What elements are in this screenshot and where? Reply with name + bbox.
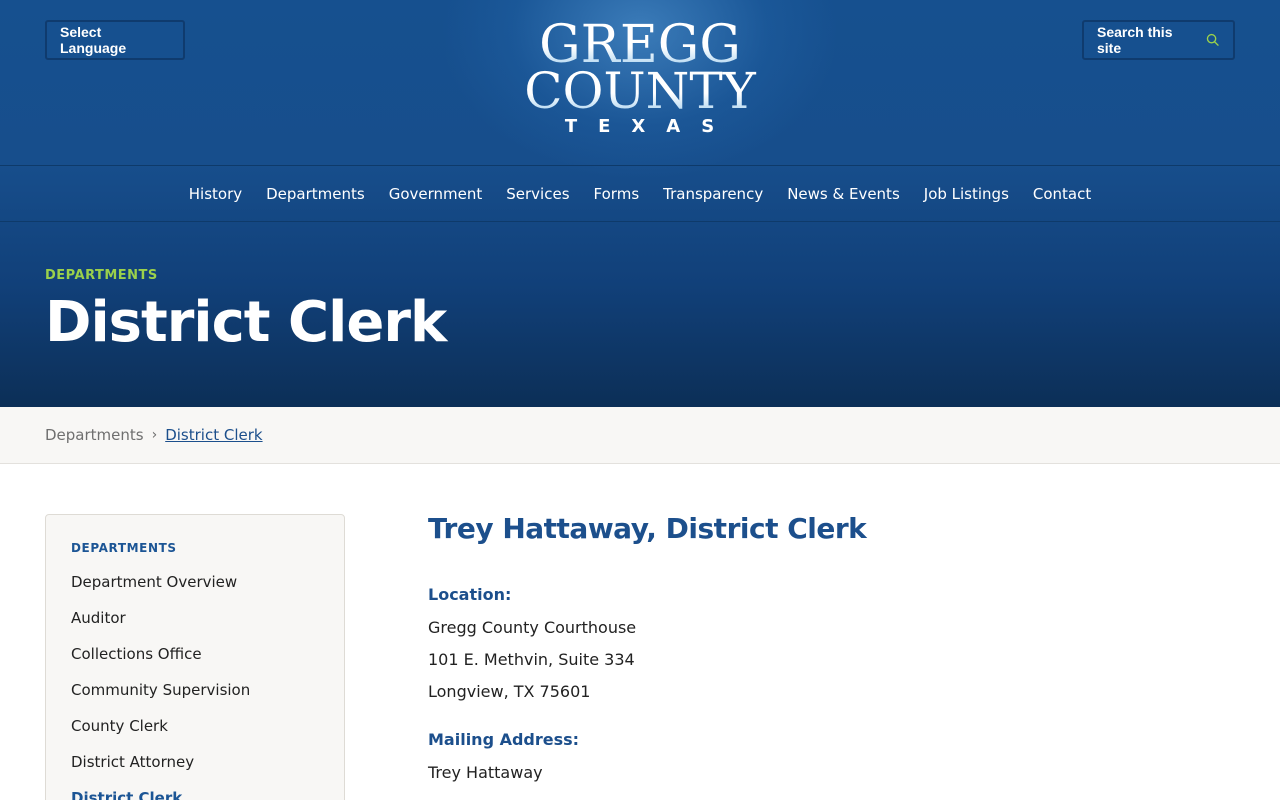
location-label: Location:	[428, 585, 512, 604]
breadcrumb-current[interactable]: District Clerk	[165, 426, 262, 444]
location-block: Location: Gregg County Courthouse 101 E.…	[428, 585, 1228, 708]
nav-forms[interactable]: Forms	[582, 185, 652, 203]
section-eyebrow: DEPARTMENTS	[45, 268, 158, 283]
mailing-line: Trey Hattaway	[428, 763, 543, 782]
nav-government[interactable]: Government	[377, 185, 495, 203]
location-line: Longview, TX 75601	[428, 682, 591, 701]
mailing-block: Mailing Address: Trey Hattaway	[428, 730, 1228, 789]
main-content: Trey Hattaway, District Clerk Location: …	[428, 512, 1228, 800]
content-heading: Trey Hattaway, District Clerk	[428, 512, 867, 545]
select-language-label: Select Language	[60, 24, 127, 56]
site-header: Select Language GREGG COUNTY TEXAS Searc…	[0, 0, 1280, 407]
nav-services[interactable]: Services	[494, 185, 581, 203]
search-icon	[1207, 33, 1220, 47]
logo-line-county: COUNTY	[510, 66, 770, 116]
nav-news-events[interactable]: News & Events	[775, 185, 912, 203]
sidebar-item-community-supervision[interactable]: Community Supervision	[71, 679, 319, 715]
page-title: District Clerk	[45, 290, 447, 355]
sidebar-item-district-clerk[interactable]: District Clerk	[71, 787, 319, 800]
breadcrumb-parent[interactable]: Departments	[45, 426, 144, 444]
select-language-button[interactable]: Select Language	[45, 20, 185, 60]
nav-transparency[interactable]: Transparency	[651, 185, 775, 203]
sidebar-item-auditor[interactable]: Auditor	[71, 607, 319, 643]
nav-job-listings[interactable]: Job Listings	[912, 185, 1021, 203]
site-logo[interactable]: GREGG COUNTY TEXAS	[510, 19, 770, 147]
nav-contact[interactable]: Contact	[1021, 185, 1103, 203]
sidebar-heading: DEPARTMENTS	[71, 541, 177, 555]
search-label: Search this site	[1097, 24, 1173, 56]
mailing-label: Mailing Address:	[428, 730, 580, 749]
search-button[interactable]: Search this site	[1082, 20, 1235, 60]
main-nav: History Departments Government Services …	[0, 165, 1280, 222]
sidebar-item-county-clerk[interactable]: County Clerk	[71, 715, 319, 751]
sidebar-item-collections-office[interactable]: Collections Office	[71, 643, 319, 679]
nav-history[interactable]: History	[177, 185, 254, 203]
chevron-right-icon: ›	[151, 427, 158, 443]
nav-departments[interactable]: Departments	[254, 185, 377, 203]
location-line: Gregg County Courthouse	[428, 618, 637, 637]
location-line: 101 E. Methvin, Suite 334	[428, 650, 635, 669]
sidebar-item-department-overview[interactable]: Department Overview	[71, 571, 319, 607]
sidebar-item-district-attorney[interactable]: District Attorney	[71, 751, 319, 787]
sidebar: DEPARTMENTS Department Overview Auditor …	[45, 514, 345, 800]
breadcrumb: Departments › District Clerk	[0, 407, 1280, 464]
sidebar-list: Department Overview Auditor Collections …	[71, 571, 319, 800]
